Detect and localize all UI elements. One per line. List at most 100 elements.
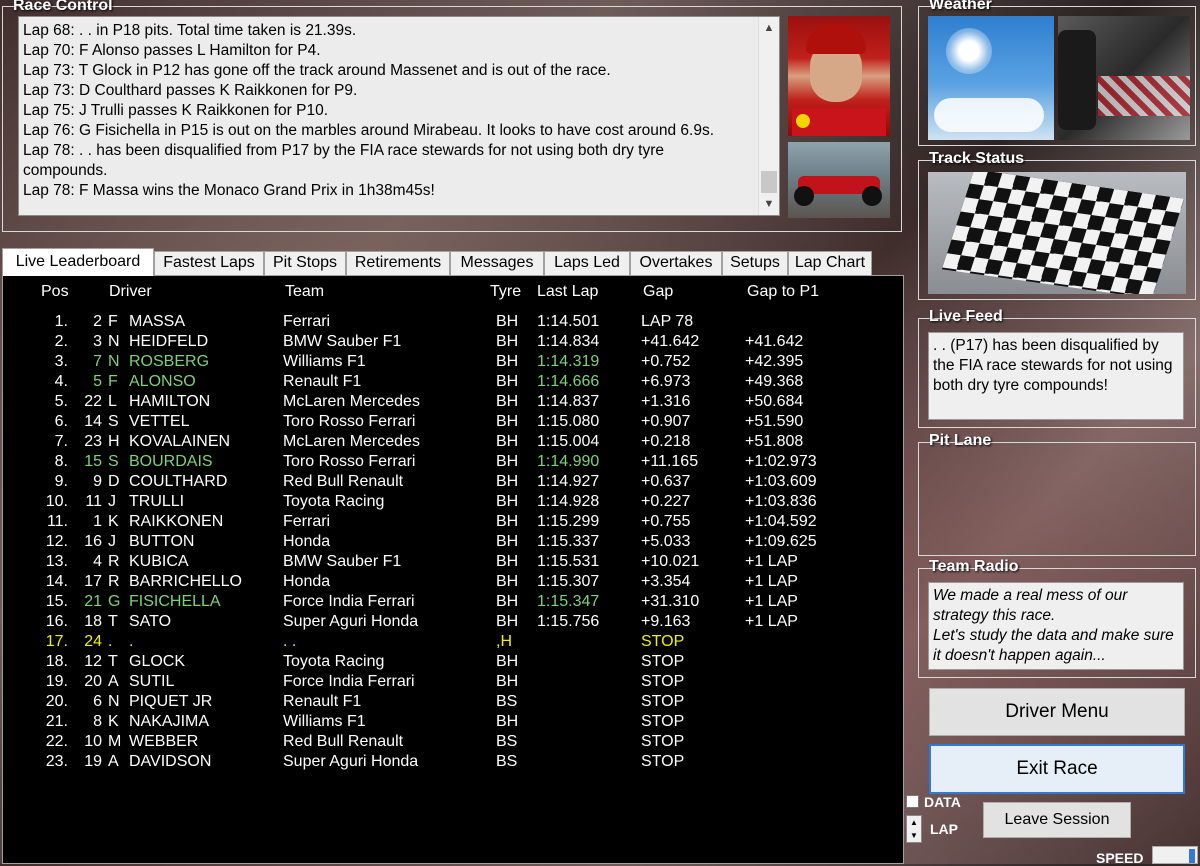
car-number-cell: 19	[84, 753, 102, 770]
table-row[interactable]: 12. 16 J BUTTON Honda BH 1:15.337 +5.033 +1:09.6…	[3, 532, 903, 552]
driver-name-cell: SUTIL	[129, 673, 175, 690]
position-cell: 14.	[45, 573, 68, 590]
table-row[interactable]: 18. 12 T GLOCK Toyota Racing BH STOP	[3, 652, 903, 672]
tyre-cell: BH	[496, 533, 519, 550]
column-header-tyre[interactable]: Tyre	[490, 283, 521, 301]
tab-pit-stops[interactable]: Pit Stops	[264, 251, 346, 275]
tab-laps-led[interactable]: Laps Led	[544, 251, 630, 275]
table-row[interactable]: 11. 1 K RAIKKONEN Ferrari BH 1:15.299 +0.755 +1:…	[3, 512, 903, 532]
speed-slider[interactable]	[1152, 846, 1198, 864]
column-header-gap[interactable]: Gap	[643, 283, 673, 301]
log-line: Lap 73: T Glock in P12 has gone off the …	[23, 62, 611, 79]
driver-menu-button[interactable]: Driver Menu	[929, 688, 1185, 736]
team-radio-line-1: We made a real mess of our strategy this…	[933, 587, 1128, 624]
driver-initial-cell: N	[108, 693, 120, 710]
leave-session-button[interactable]: Leave Session	[983, 802, 1131, 838]
gap-to-p1-cell: +41.642	[745, 333, 804, 350]
tab-setups[interactable]: Setups	[722, 251, 788, 275]
team-radio-title: Team Radio	[929, 558, 1019, 575]
table-row[interactable]: 19. 20 A SUTIL Force India Ferrari BH STOP	[3, 672, 903, 692]
tab-retirements[interactable]: Retirements	[346, 251, 450, 275]
driver-name-cell: GLOCK	[129, 653, 186, 670]
last-lap-cell: 1:14.501	[537, 313, 600, 330]
team-cell: Renault F1	[283, 373, 362, 390]
column-header-last-lap[interactable]: Last Lap	[537, 283, 598, 301]
table-row[interactable]: 10. 11 J TRULLI Toyota Racing BH 1:14.928 +0.22…	[3, 492, 903, 512]
team-cell: Super Aguri Honda	[283, 613, 419, 630]
track-status-title: Track Status	[929, 150, 1025, 167]
table-row[interactable]: 14. 17 R BARRICHELLO Honda BH 1:15.307 +3.354 +1…	[3, 572, 903, 592]
table-row[interactable]: 20. 6 N PIQUET JR Renault F1 BS STOP	[3, 692, 903, 712]
driver-initial-cell: .	[108, 633, 113, 650]
data-checkbox[interactable]	[906, 795, 919, 808]
table-row[interactable]: 21. 8 K NAKAJIMA Williams F1 BH STOP	[3, 712, 903, 732]
tab-fastest-laps[interactable]: Fastest Laps	[154, 251, 264, 275]
driver-initial-cell: M	[108, 733, 122, 750]
table-row[interactable]: 22. 10 M WEBBER Red Bull Renault BS STOP	[3, 732, 903, 752]
table-row[interactable]: 3. 7 N ROSBERG Williams F1 BH 1:14.319 +0.752 +4…	[3, 352, 903, 372]
lap-spinner[interactable]: ▲ ▼	[906, 815, 922, 843]
table-row[interactable]: 7. 23 H KOVALAINEN McLaren Mercedes BH 1:15.00…	[3, 432, 903, 452]
driver-name-cell: TRULLI	[129, 493, 185, 510]
driver-name-cell: NAKAJIMA	[129, 713, 210, 730]
table-row[interactable]: 23. 19 A DAVIDSON Super Aguri Honda BS STOP	[3, 752, 903, 772]
exit-race-button[interactable]: Exit Race	[929, 744, 1185, 794]
car-number-cell: 12	[84, 653, 102, 670]
column-header-team[interactable]: Team	[285, 283, 324, 301]
table-row[interactable]: 15. 21 G FISICHELLA Force India Ferrari BH 1:1…	[3, 592, 903, 612]
table-row[interactable]: 9. 9 D COULTHARD Red Bull Renault BH 1:14.927 +…	[3, 472, 903, 492]
driver-initial-cell: H	[108, 433, 120, 450]
tab-messages[interactable]: Messages	[450, 251, 544, 275]
data-checkbox-label: DATA	[924, 794, 961, 810]
tyre-cell: BH	[496, 553, 519, 570]
car-number-cell: 7	[93, 353, 102, 370]
driver-initial-cell: R	[108, 573, 120, 590]
log-line: Lap 68: . . in P18 pits. Total time take…	[23, 22, 357, 39]
driver-name-cell: ALONSO	[129, 373, 196, 390]
table-row[interactable]: 16. 18 T SATO Super Aguri Honda BH 1:15.756 +9.…	[3, 612, 903, 632]
driver-name-cell: COULTHARD	[129, 473, 228, 490]
gap-cell: STOP	[641, 693, 685, 710]
spinner-up-icon[interactable]: ▲	[907, 816, 921, 829]
driver-initial-cell: S	[108, 413, 119, 430]
table-row[interactable]: 8. 15 S BOURDAIS Toro Rosso Ferrari BH 1:14.99…	[3, 452, 903, 472]
spinner-down-icon[interactable]: ▼	[907, 829, 921, 842]
table-row[interactable]: 6. 14 S VETTEL Toro Rosso Ferrari BH 1:15.080 +…	[3, 412, 903, 432]
live-feed-title: Live Feed	[929, 308, 1003, 325]
tab-live-leaderboard[interactable]: Live Leaderboard	[2, 248, 154, 276]
team-cell: BMW Sauber F1	[283, 333, 402, 350]
last-lap-cell: 1:15.080	[537, 413, 600, 430]
table-row[interactable]: 4. 5 F ALONSO Renault F1 BH 1:14.666 +6.973 +49.…	[3, 372, 903, 392]
log-line: Lap 75: J Trulli passes K Raikkonen for …	[23, 102, 328, 119]
speed-slider-thumb[interactable]	[1189, 849, 1195, 863]
team-cell: Williams F1	[283, 353, 366, 370]
car-number-cell: 11	[85, 493, 102, 510]
column-header-pos[interactable]: Pos	[41, 283, 69, 301]
driver-name-cell: BOURDAIS	[129, 453, 213, 470]
position-cell: 20.	[45, 693, 68, 710]
last-lap-cell: 1:15.307	[537, 573, 600, 590]
table-row[interactable]: 13. 4 R KUBICA BMW Sauber F1 BH 1:15.531 +10.02…	[3, 552, 903, 572]
scroll-thumb[interactable]	[761, 171, 777, 193]
car-number-cell: 22	[84, 393, 102, 410]
log-line: Lap 73: D Coulthard passes K Raikkonen f…	[23, 82, 358, 99]
column-header-driver[interactable]: Driver	[109, 283, 152, 301]
table-row[interactable]: 5. 22 L HAMILTON McLaren Mercedes BH 1:14.837 +…	[3, 392, 903, 412]
scroll-down-icon[interactable]: ▼	[759, 195, 779, 213]
gap-cell: STOP	[641, 653, 685, 670]
table-row[interactable]: 17. 24.. . . ,H STOP	[3, 632, 903, 652]
gap-cell: STOP	[641, 633, 685, 650]
table-row[interactable]: 2. 3 N HEIDFELD BMW Sauber F1 BH 1:14.834 +41.6…	[3, 332, 903, 352]
log-scrollbar[interactable]: ▲ ▼	[758, 17, 779, 215]
tab-lap-chart[interactable]: Lap Chart	[788, 251, 872, 275]
team-cell: Toyota Racing	[283, 493, 385, 510]
scroll-up-icon[interactable]: ▲	[759, 19, 779, 37]
race-control-title: Race Control	[13, 0, 113, 14]
column-header-gap-to-p1[interactable]: Gap to P1	[747, 283, 819, 301]
last-lap-cell: 1:14.990	[537, 453, 600, 470]
last-lap-cell: 1:14.927	[537, 473, 600, 490]
tab-overtakes[interactable]: Overtakes	[630, 251, 722, 275]
table-row[interactable]: 1. 2 F MASSA Ferrari BH 1:14.501 LAP 78	[3, 312, 903, 332]
race-control-log[interactable]: Lap 68: . . in P18 pits. Total time take…	[18, 16, 780, 216]
last-lap-cell: 1:14.837	[537, 393, 600, 410]
